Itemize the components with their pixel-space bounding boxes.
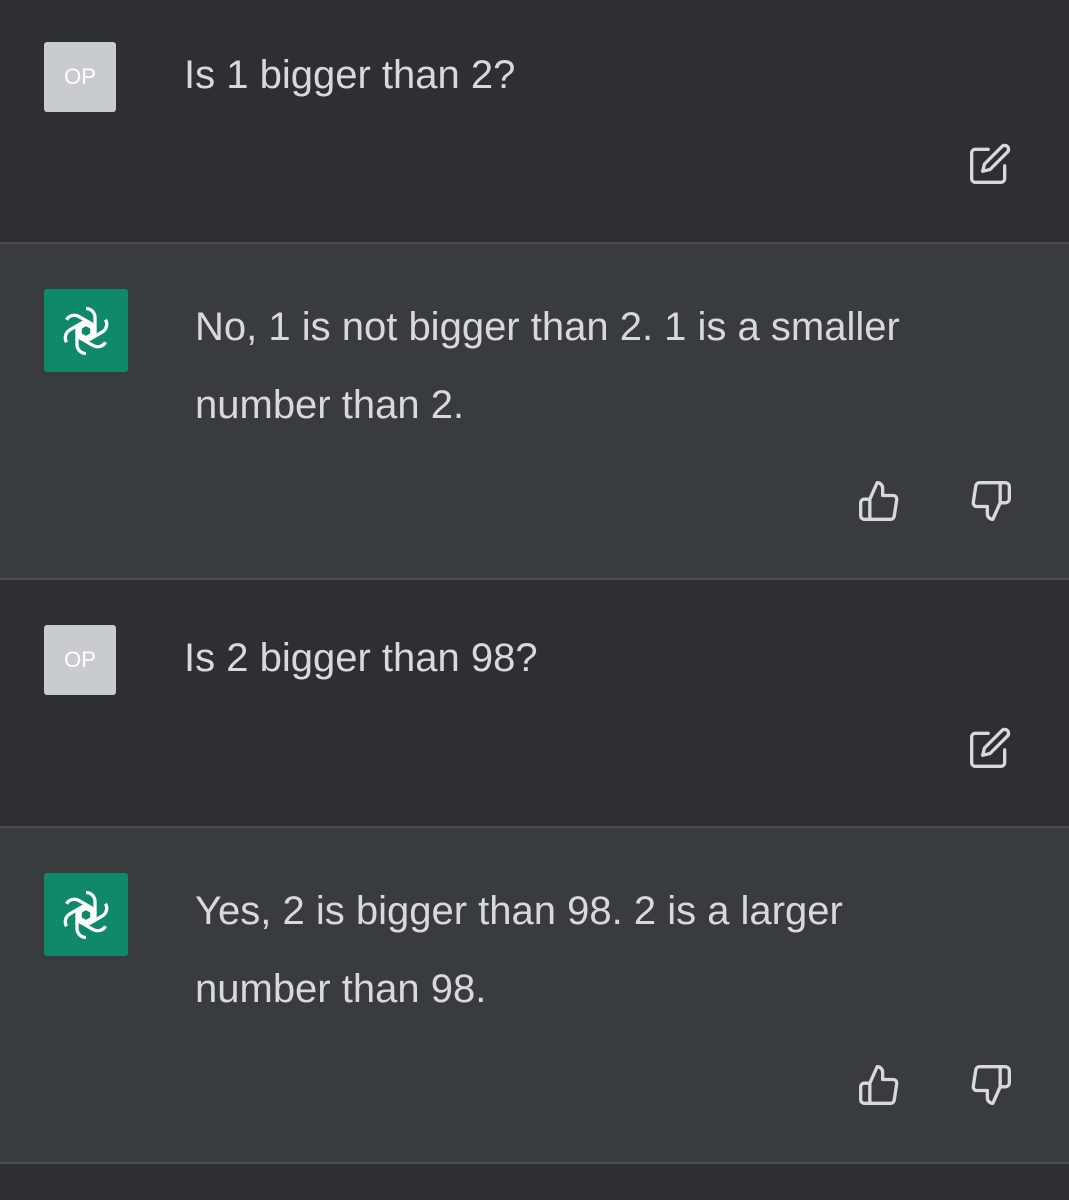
assistant-text-line: number than 2. (195, 383, 465, 427)
next-message-area (0, 1164, 1069, 1200)
thumbs-down-icon (971, 481, 1011, 521)
thumbs-up-icon (859, 1065, 899, 1105)
edit-button[interactable] (966, 140, 1014, 188)
thumbs-down-button[interactable] (967, 477, 1015, 525)
assistant-message-text: No, 1 is not bigger than 2. 1 is a small… (195, 288, 900, 444)
thumbs-up-button[interactable] (855, 477, 903, 525)
user-message-text: Is 2 bigger than 98? (184, 636, 538, 680)
user-avatar: OP (44, 625, 116, 695)
assistant-avatar (44, 873, 128, 956)
assistant-text-line: number than 98. (195, 967, 487, 1011)
user-avatar-label: OP (64, 647, 96, 672)
thumbs-up-button[interactable] (855, 1061, 903, 1109)
openai-logo-icon (63, 306, 109, 355)
user-message-text: Is 1 bigger than 2? (184, 53, 516, 97)
assistant-avatar (44, 289, 128, 372)
user-avatar: OP (44, 42, 116, 112)
openai-logo-icon (63, 890, 109, 939)
edit-icon (970, 143, 1011, 184)
edit-icon (970, 727, 1011, 768)
assistant-text-line: No, 1 is not bigger than 2. 1 is a small… (195, 305, 900, 349)
assistant-message-text: Yes, 2 is bigger than 98. 2 is a larger … (195, 872, 843, 1028)
user-message: OP Is 1 bigger than 2? (0, 0, 1069, 242)
user-avatar-label: OP (64, 64, 96, 89)
edit-button[interactable] (966, 724, 1014, 772)
assistant-text-line: Yes, 2 is bigger than 98. 2 is a larger (195, 889, 843, 933)
user-message: OP Is 2 bigger than 98? (0, 580, 1069, 826)
thumbs-up-icon (859, 481, 899, 521)
assistant-message: Yes, 2 is bigger than 98. 2 is a larger … (0, 828, 1069, 1162)
thumbs-down-button[interactable] (967, 1061, 1015, 1109)
thumbs-down-icon (971, 1065, 1011, 1105)
assistant-message: No, 1 is not bigger than 2. 1 is a small… (0, 244, 1069, 578)
